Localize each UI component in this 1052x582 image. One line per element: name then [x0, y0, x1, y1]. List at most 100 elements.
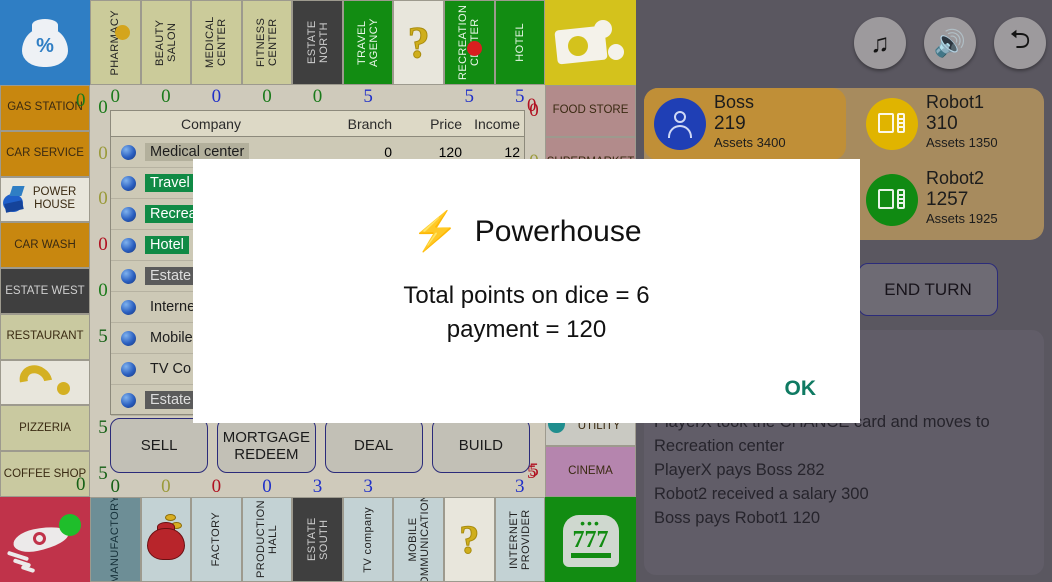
question-mark-icon: ?	[407, 17, 430, 67]
board-tile-estate-north[interactable]: ESTATE NORTH	[292, 0, 343, 85]
lightning-bolt-icon: ⚡	[411, 211, 459, 253]
token-gold	[115, 25, 130, 40]
column-header-price: Price	[430, 115, 462, 132]
build-button[interactable]: BUILD	[431, 418, 530, 473]
mortgage-redeem-button[interactable]: MORTGAGE REDEEM	[217, 418, 316, 473]
log-line: Recreation center	[654, 437, 785, 455]
tile-number	[393, 476, 444, 498]
tile-label: TV company	[362, 506, 375, 573]
board-tile-recreation-center[interactable]: RECREATION CENTER	[443, 0, 495, 85]
owner-dot	[111, 268, 145, 284]
robot-icon	[877, 111, 907, 137]
player-assets: Assets 1925	[926, 211, 998, 226]
tile-label: ESTATE SOUTH	[305, 517, 330, 562]
column-header-branch: Branch	[347, 115, 392, 132]
board-tile-money-bag[interactable]	[140, 497, 192, 582]
branch-value: 0	[384, 144, 392, 160]
tile-label: GAS STATION	[7, 101, 83, 114]
board-tile-estate-south[interactable]: ESTATE SOUTH	[292, 497, 343, 582]
tile-label: ESTATE WEST	[5, 284, 85, 297]
board-tile-hotel[interactable]: HOTEL	[494, 0, 546, 85]
end-turn-button[interactable]: END TURN	[858, 263, 998, 316]
board-tile-travel-agency[interactable]: TRAVEL AGENCY	[342, 0, 394, 85]
exit-icon[interactable]: ⮌	[994, 17, 1046, 69]
corner-tile-tax[interactable]: %	[0, 0, 90, 85]
tile-label: PHARMACY	[109, 9, 122, 76]
tile-number: 0	[262, 476, 272, 497]
avatar	[654, 98, 706, 150]
tile-label: PRODUCTION HALL	[254, 500, 279, 579]
music-icon[interactable]: ♫	[854, 17, 906, 69]
corner-number-tr: 0	[527, 95, 537, 116]
sound-icon[interactable]: 🔊	[924, 17, 976, 69]
corner-tile-casino[interactable]: ••• 777	[545, 497, 636, 582]
owner-dot	[111, 392, 145, 408]
company-name: Mobile	[150, 330, 193, 346]
owner-dot	[111, 237, 145, 253]
token-red	[466, 41, 482, 56]
camera-icon	[553, 19, 626, 66]
board-tile-chance-bottom[interactable]: ?	[443, 497, 495, 582]
board-edge-left: GAS STATION CAR SERVICE POWER HOUSE CAR …	[0, 85, 90, 498]
board-tile-restaurant[interactable]: RESTAURANT	[0, 313, 90, 360]
tile-label: TRAVEL AGENCY	[356, 18, 381, 67]
player-money: 219	[714, 113, 746, 134]
tile-label: MANUFACTORY	[109, 497, 122, 582]
player-name: Boss	[714, 92, 755, 112]
company-name: TV Co	[150, 361, 192, 377]
board-tile-production-hall[interactable]: PRODUCTION HALL	[241, 497, 293, 582]
player-card-robot1[interactable]: Robot1 310 Assets 1350	[856, 88, 998, 150]
tile-label: MOBILE COMMUNICATIONS	[406, 497, 431, 582]
board-tile-tv-company[interactable]: TV company	[342, 497, 394, 582]
board-tile-beauty-salon[interactable]: BEAUTY SALON	[140, 0, 192, 85]
tile-label: COFFEE SHOP	[3, 467, 87, 480]
board-tile-internet-provider[interactable]: INTERNET PROVIDER	[494, 497, 546, 582]
tile-label: FOOD STORE	[552, 104, 629, 117]
board-tile-chance-top[interactable]: ?	[393, 0, 444, 85]
income-value: 12	[504, 144, 520, 160]
tile-number	[393, 86, 444, 108]
player-card-robot2[interactable]: Robot2 1257 Assets 1925	[856, 164, 998, 226]
board-tile-food-store[interactable]: FOOD STORE	[545, 85, 636, 137]
board-tile-cinema[interactable]: CINEMA	[545, 445, 636, 497]
owner-dot	[111, 330, 145, 346]
sell-button[interactable]: SELL	[110, 418, 209, 473]
player-card-boss[interactable]: Boss 219 Assets 3400	[644, 88, 846, 160]
tile-number: 3	[363, 476, 373, 497]
board-tile-estate-west[interactable]: ESTATE WEST	[0, 268, 90, 314]
slot-number: 777	[572, 526, 609, 553]
robot-icon	[877, 187, 907, 213]
corner-tile-camera[interactable]	[545, 0, 636, 85]
column-header-company: Company	[181, 115, 241, 132]
ok-button[interactable]: OK	[785, 377, 817, 401]
tile-number: 0	[211, 86, 222, 107]
owner-dot	[111, 361, 145, 377]
top-toolbar: ♫ 🔊 ⮌	[636, 0, 1052, 85]
board-tile-pizzeria[interactable]: PIZZERIA	[0, 405, 90, 452]
board-tile-factory[interactable]: FACTORY	[191, 497, 242, 582]
player-name: Robot1	[926, 92, 985, 112]
board-tile-manufactory[interactable]: MANUFACTORY	[90, 497, 141, 582]
deal-button[interactable]: DEAL	[324, 418, 423, 473]
board-tile-car-wash[interactable]: CAR WASH	[0, 222, 90, 269]
rocket-icon	[5, 506, 85, 574]
board-tile-power-house[interactable]: POWER HOUSE	[0, 176, 90, 223]
log-line: Robot2 received a salary 300	[654, 485, 869, 503]
board-tile-medical-center[interactable]: MEDICAL CENTER	[191, 0, 242, 85]
corner-tl-label: %	[36, 34, 54, 57]
company-name: Hotel	[145, 236, 189, 254]
tile-label: PIZZERIA	[19, 421, 71, 434]
board-tile-pharmacy[interactable]: PHARMACY	[90, 0, 141, 85]
board-tile-car-service[interactable]: CAR SERVICE	[0, 130, 90, 177]
tile-number: 0	[161, 476, 171, 497]
dialog-title-row: ⚡ Powerhouse	[193, 213, 860, 251]
player-assets: Assets 3400	[714, 135, 786, 150]
board-tile-mobile-communications[interactable]: MOBILE COMMUNICATIONS	[393, 497, 444, 582]
dialog-title: Powerhouse	[474, 215, 642, 248]
player-name: Robot2	[926, 168, 985, 188]
board-tile-pipe[interactable]	[0, 359, 90, 406]
tile-label: CINEMA	[568, 464, 613, 477]
corner-tile-start[interactable]	[0, 497, 90, 582]
tile-label: INTERNET PROVIDER	[507, 509, 532, 570]
board-tile-fitness-center[interactable]: FITNESS CENTER	[241, 0, 293, 85]
